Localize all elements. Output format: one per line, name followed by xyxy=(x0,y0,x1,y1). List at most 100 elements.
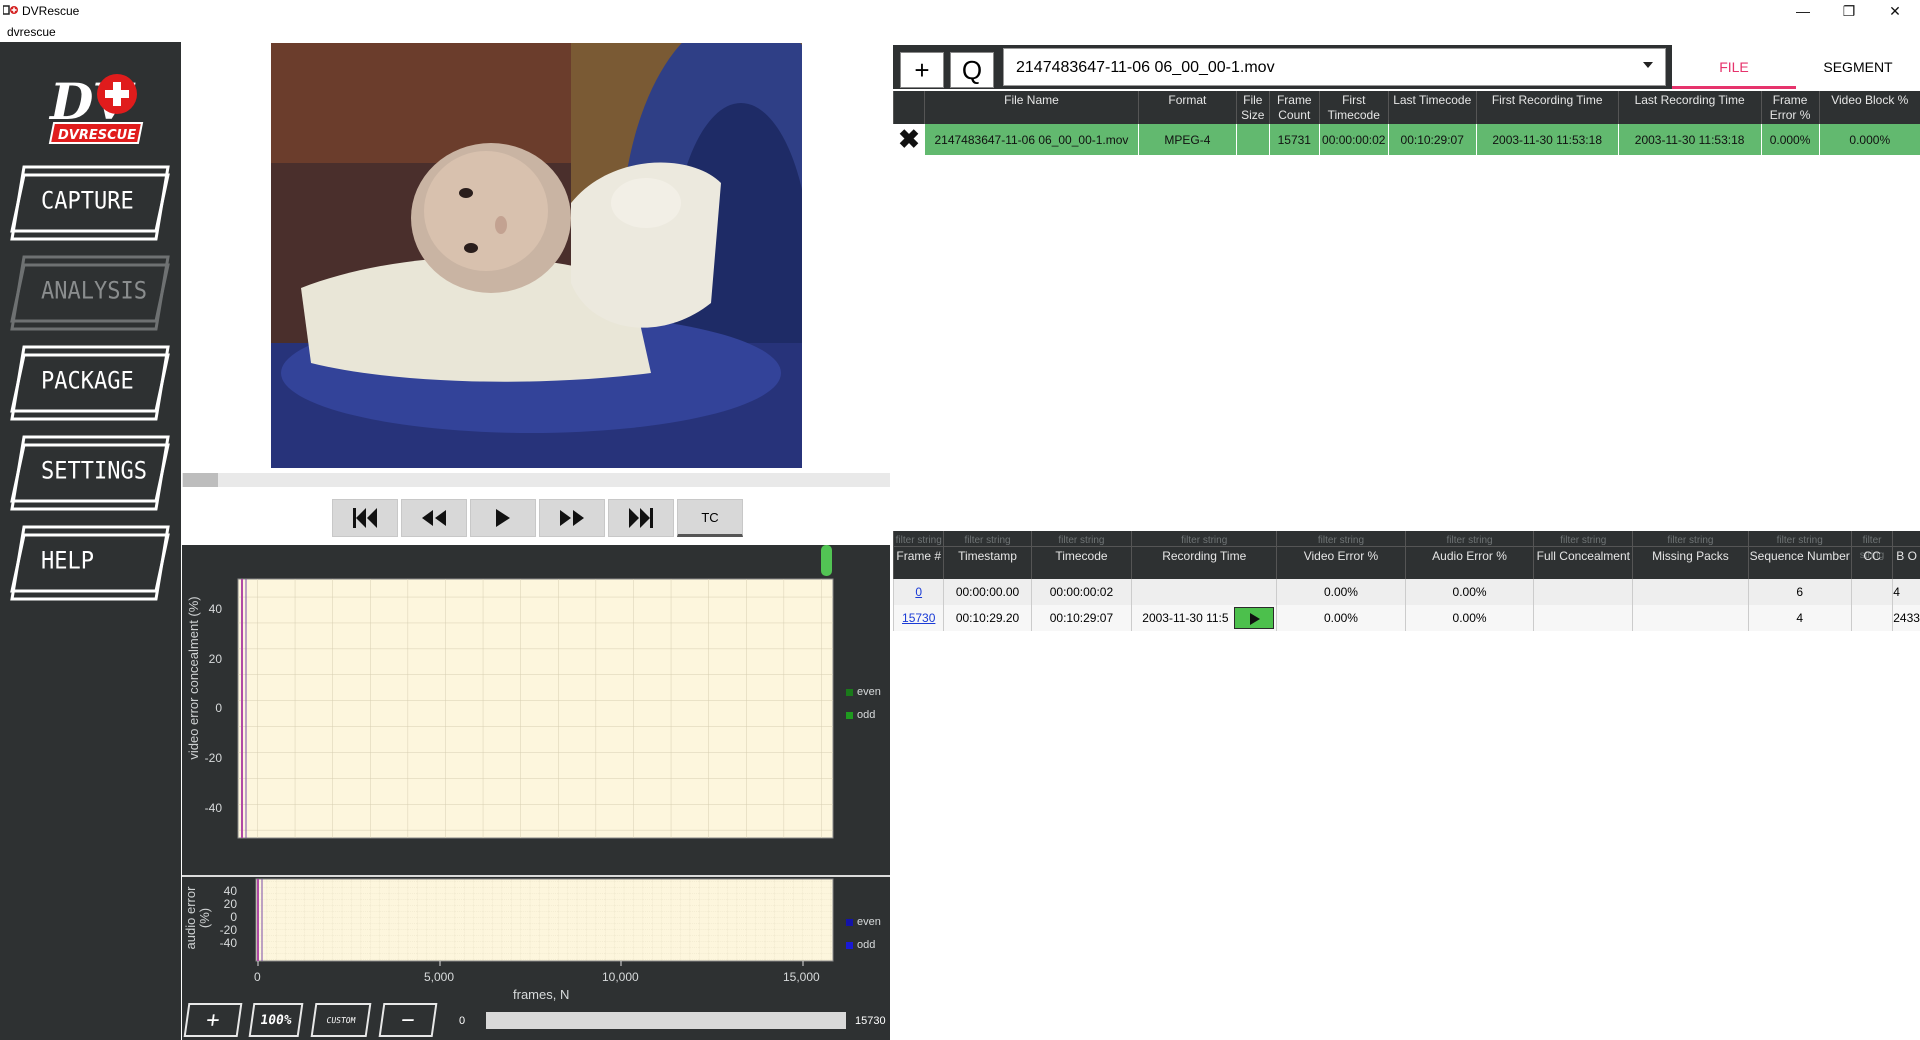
x-tick: 15,000 xyxy=(783,970,820,984)
timecode-toggle-button[interactable]: TC xyxy=(677,499,743,537)
skip-to-start-button[interactable] xyxy=(332,499,398,537)
fast-forward-button[interactable] xyxy=(539,499,605,537)
filter-input[interactable]: filter string xyxy=(1749,533,1851,547)
nav-settings-button[interactable]: SETTINGS xyxy=(10,435,170,511)
nav-help-button[interactable]: HELP xyxy=(10,525,170,601)
filter-input[interactable]: filter string xyxy=(1277,533,1405,547)
x-axis-label: frames, N xyxy=(513,987,570,1002)
column-header[interactable]: Last Timecode xyxy=(1387,91,1477,124)
menu-dvrescue[interactable]: dvrescue xyxy=(7,25,56,39)
column-header[interactable]: First Timecode xyxy=(1318,91,1389,124)
table-cell: 2147483647-11-06 06_00_00-1.mov xyxy=(923,124,1139,155)
menu-bar: dvrescue xyxy=(0,22,1920,42)
column-header[interactable]: filter string Missing Packs xyxy=(1632,531,1749,579)
table-cell xyxy=(1632,579,1749,605)
skip-to-end-button[interactable] xyxy=(608,499,674,537)
file-selector-dropdown[interactable]: 2147483647-11-06 06_00_00-1.mov xyxy=(1003,48,1666,86)
column-header[interactable]: filter string Sequence Number xyxy=(1747,531,1852,579)
dvrescue-logo: DV DVRESCUE xyxy=(48,67,144,145)
column-header[interactable]: Format xyxy=(1137,91,1237,124)
zoom-in-button[interactable]: + xyxy=(183,1003,243,1037)
filter-input[interactable]: filter string xyxy=(1534,533,1633,547)
table-cell xyxy=(1850,605,1893,631)
play-button[interactable] xyxy=(470,499,536,537)
audio-y-tick: 40 xyxy=(223,884,237,898)
add-file-button[interactable]: + xyxy=(900,52,944,88)
playback-scrubber[interactable] xyxy=(182,473,890,487)
filter-input[interactable]: filter string xyxy=(894,533,944,547)
selected-file-name: 2147483647-11-06 06_00_00-1.mov xyxy=(1016,59,1275,76)
frame-link-cell[interactable]: 15730 xyxy=(892,605,944,631)
zoom-fit-button[interactable]: 100% xyxy=(248,1003,304,1037)
filter-input[interactable] xyxy=(1893,533,1920,547)
audio-y-tick: -40 xyxy=(219,936,237,950)
x-tick: 5,000 xyxy=(424,970,455,984)
column-header[interactable]: B O xyxy=(1892,531,1920,579)
column-header[interactable]: Frame Count xyxy=(1268,91,1320,124)
table-cell xyxy=(1131,579,1277,605)
column-header[interactable]: First Recording Time xyxy=(1475,91,1619,124)
table-cell: 0.000% xyxy=(1760,124,1820,155)
audio-legend-even: even xyxy=(846,916,881,928)
table-row[interactable]: ✖ 2147483647-11-06 06_00_00-1.mov MPEG-4… xyxy=(893,124,1920,155)
column-header[interactable]: filter string CC xyxy=(1850,531,1893,579)
column-header[interactable]: filter string Video Error % xyxy=(1276,531,1406,579)
filter-input[interactable]: filter string xyxy=(1132,533,1277,547)
column-header[interactable]: filter string Timestamp xyxy=(943,531,1032,579)
graph-canvas xyxy=(182,545,890,966)
column-header[interactable]: Frame Error % xyxy=(1760,91,1820,124)
play-segment-button[interactable] xyxy=(1234,607,1275,629)
scrubber-handle[interactable] xyxy=(183,473,218,487)
minimize-button[interactable]: — xyxy=(1780,0,1826,22)
column-header[interactable]: filter string Recording Time xyxy=(1131,531,1277,579)
table-row[interactable]: 15730 00:10:29.20 00:10:29:07 2003-11-30… xyxy=(892,605,1920,631)
filter-input[interactable]: filter string xyxy=(1633,533,1748,547)
frame-link[interactable]: 15730 xyxy=(902,611,935,625)
column-header[interactable]: filter string Audio Error % xyxy=(1404,531,1534,579)
filter-input[interactable]: filter string xyxy=(1032,533,1132,547)
filter-input[interactable]: filter string xyxy=(1852,533,1893,561)
column-header[interactable]: File Name xyxy=(923,91,1139,124)
legend-swatch-even xyxy=(846,918,853,926)
restore-button[interactable]: ❐ xyxy=(1826,0,1872,22)
zoom-custom-button[interactable]: CUSTOM xyxy=(310,1003,372,1037)
close-button[interactable]: ✕ xyxy=(1872,0,1918,22)
table-cell xyxy=(1632,605,1749,631)
table-cell: 00:00:00.00 xyxy=(943,579,1032,605)
column-header[interactable]: Video Block % xyxy=(1818,91,1920,124)
column-header[interactable]: Last Recording Time xyxy=(1617,91,1762,124)
filter-input[interactable]: filter string xyxy=(944,533,1031,547)
app-logo-icon xyxy=(3,5,18,15)
nav-capture-button[interactable]: CAPTURE xyxy=(10,165,170,241)
column-header[interactable]: filter string Full Concealment xyxy=(1533,531,1633,579)
table-cell: 15731 xyxy=(1268,124,1320,155)
zoom-out-button[interactable]: − xyxy=(378,1003,438,1037)
tab-file[interactable]: FILE xyxy=(1672,45,1796,89)
nav-analysis-button[interactable]: ANALYSIS xyxy=(10,255,170,331)
column-header[interactable]: filter string Timecode xyxy=(1030,531,1132,579)
frame-link[interactable]: 0 xyxy=(915,585,922,599)
audio-y-tick: 20 xyxy=(223,897,237,911)
table-cell xyxy=(1533,605,1633,631)
tab-segment[interactable]: SEGMENT xyxy=(1796,45,1920,89)
column-header[interactable]: File Size xyxy=(1235,91,1270,124)
nav-capture-label: CAPTURE xyxy=(41,187,134,216)
rewind-icon xyxy=(422,510,446,526)
audio-legend-odd: odd xyxy=(846,939,875,951)
frame-link-cell[interactable]: 0 xyxy=(892,579,944,605)
sidebar: DV DVRESCUE CAPTURE ANALYSIS PACKAGE SET… xyxy=(0,42,181,1040)
video-graph-marker[interactable] xyxy=(821,545,832,576)
search-file-button[interactable]: Q xyxy=(950,52,994,88)
column-header[interactable]: filter string Frame # xyxy=(892,531,944,579)
table-cell: 6 xyxy=(1747,579,1852,605)
rewind-button[interactable] xyxy=(401,499,467,537)
filter-input[interactable]: filter string xyxy=(1406,533,1534,547)
table-row[interactable]: 0 00:00:00.00 00:00:00:02 0.00% 0.00% 6 … xyxy=(892,579,1920,605)
range-slider[interactable] xyxy=(486,1012,846,1029)
remove-file-icon[interactable]: ✖ xyxy=(893,124,925,155)
table-cell: 00:00:00:02 xyxy=(1318,124,1389,155)
nav-settings-label: SETTINGS xyxy=(41,457,147,486)
audio-y-tick: -20 xyxy=(219,923,237,937)
table-cell xyxy=(1235,124,1270,155)
nav-package-button[interactable]: PACKAGE xyxy=(10,345,170,421)
